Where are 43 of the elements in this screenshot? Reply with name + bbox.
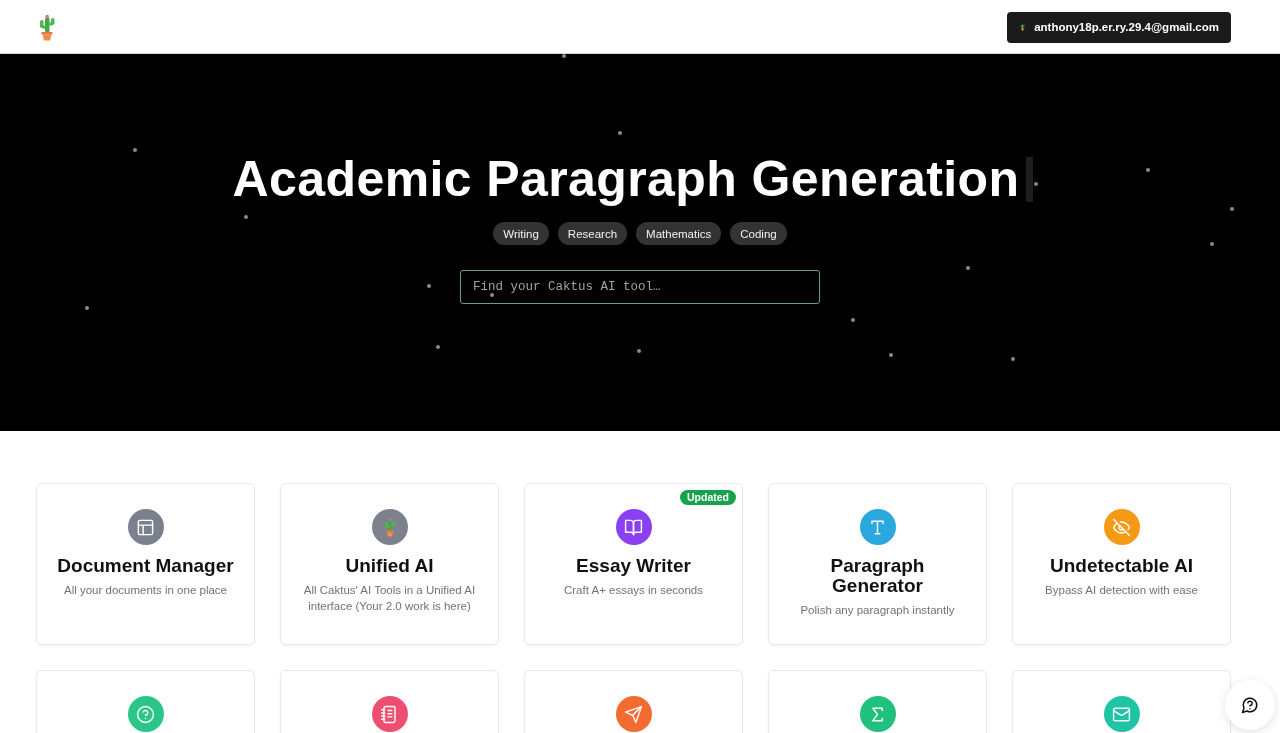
tool-title: Document Manager (57, 556, 234, 576)
tool-description: Craft A+ essays in seconds (564, 583, 703, 598)
tool-card[interactable]: Unified AI All Caktus' AI Tools in a Unified AI interface (Your 2.0 work is here) (280, 483, 499, 645)
tool-card[interactable]: Document Manager All your documents in one place (36, 483, 255, 645)
star-dot-icon (427, 284, 431, 288)
category-chip[interactable]: Coding (730, 222, 787, 245)
star-dot-icon (1210, 242, 1214, 246)
star-dot-icon (1146, 168, 1150, 172)
hero-title: Academic Paragraph Generation (232, 150, 1020, 209)
star-dot-icon (966, 266, 970, 270)
category-chip[interactable]: Writing (493, 222, 549, 245)
star-dot-icon (85, 306, 89, 310)
star-dot-icon (562, 54, 566, 58)
star-dot-icon (618, 131, 622, 135)
star-dot-icon (1230, 207, 1234, 211)
tool-title: Paragraph Generator (829, 556, 926, 596)
status-badge: Updated (680, 490, 736, 505)
account-button[interactable]: anthony18p.er.ry.29.4@gmail.com (1007, 11, 1231, 43)
search-field[interactable]: Find your Caktus AI tool… (460, 270, 820, 304)
tool-title: Essay Writer (576, 556, 691, 576)
tool-title: Undetectable AI (1050, 556, 1193, 576)
star-dot-icon (244, 215, 248, 219)
cactus-logo-icon[interactable] (37, 13, 57, 41)
category-chip[interactable]: Mathematics (636, 222, 722, 245)
tool-card[interactable]: Updated Essay Writer Craft A+ essays in seconds (524, 483, 743, 645)
tool-description: All Caktus' AI Tools in a Unified AI interface (Your 2.0 work is here) (302, 583, 477, 614)
star-dot-icon (436, 345, 440, 349)
text-cursor-icon (1026, 156, 1034, 202)
tool-description: Polish any paragraph instantly (800, 603, 955, 618)
tool-description: All your documents in one place (64, 583, 227, 598)
star-dot-icon (889, 353, 893, 357)
category-chip[interactable]: Research (557, 222, 628, 245)
chat-question-icon (1241, 696, 1259, 714)
tool-card[interactable]: Undetectable AI Bypass AI detection with ease (1012, 483, 1231, 645)
help-chat-button[interactable] (1225, 680, 1275, 730)
tool-card[interactable]: Paragraph Generator Polish any paragraph instantly (768, 483, 987, 645)
star-dot-icon (851, 318, 855, 322)
star-dot-icon (1011, 357, 1015, 361)
tool-title: Unified AI (345, 556, 434, 576)
star-dot-icon (637, 349, 641, 353)
star-dot-icon (133, 148, 137, 152)
tool-description: Bypass AI detection with ease (1045, 583, 1198, 598)
star-dot-icon (1034, 182, 1038, 186)
